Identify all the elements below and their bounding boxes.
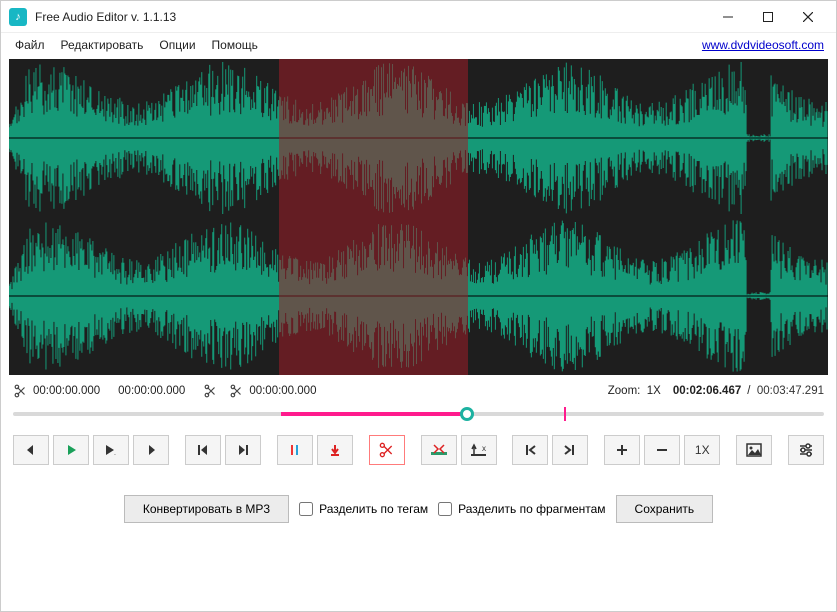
split-fragments-input[interactable] (438, 502, 452, 516)
window-title: Free Audio Editor v. 1.1.13 (35, 10, 176, 24)
menu-options[interactable]: Опции (151, 36, 203, 54)
waveform-display[interactable] (9, 59, 828, 375)
timecode-row: 00:00:00.000 00:00:00.000 00:00:00.000 Z… (1, 379, 836, 401)
selection-overlay (279, 59, 467, 375)
menu-edit[interactable]: Редактировать (53, 36, 152, 54)
step-forward-button[interactable] (133, 435, 169, 465)
svg-text:.: . (114, 450, 116, 457)
set-start-marker-button[interactable] (277, 435, 313, 465)
total-time: 00:03:47.291 (757, 385, 824, 397)
split-fragments-checkbox[interactable]: Разделить по фрагментам (438, 502, 605, 516)
sel-end-time[interactable]: 00:00:00.000 (118, 385, 185, 397)
toolbar: . x 1X (1, 433, 836, 473)
svg-text:x: x (482, 444, 486, 453)
trim-left-button[interactable] (421, 435, 457, 465)
close-button[interactable] (788, 3, 828, 31)
titlebar: ♪ Free Audio Editor v. 1.1.13 (1, 1, 836, 33)
play-selection-button[interactable]: . (93, 435, 129, 465)
split-time[interactable]: 00:00:00.000 (249, 385, 316, 397)
go-sel-start-button[interactable] (512, 435, 548, 465)
zoom-reset-label: 1X (695, 443, 710, 457)
split-fragments-label: Разделить по фрагментам (458, 502, 605, 516)
site-link[interactable]: www.dvdvideosoft.com (702, 38, 824, 52)
seek-selection (281, 412, 468, 416)
bottom-row: Конвертировать в MP3 Разделить по тегам … (1, 473, 836, 533)
skip-start-button[interactable] (185, 435, 221, 465)
minimize-button[interactable] (708, 3, 748, 31)
zoom-reset-button[interactable]: 1X (684, 435, 720, 465)
go-sel-end-button[interactable] (552, 435, 588, 465)
app-icon: ♪ (9, 8, 27, 26)
time-separator: / (747, 385, 750, 397)
scissors-icon (13, 383, 29, 399)
menubar: Файл Редактировать Опции Помощь www.dvdv… (1, 33, 836, 57)
menu-file[interactable]: Файл (7, 36, 53, 54)
menu-help[interactable]: Помощь (204, 36, 266, 54)
play-button[interactable] (53, 435, 89, 465)
split-tags-checkbox[interactable]: Разделить по тегам (299, 502, 428, 516)
seekbar[interactable] (13, 405, 824, 423)
convert-mp3-button[interactable]: Конвертировать в MP3 (124, 495, 289, 523)
split-tags-input[interactable] (299, 502, 313, 516)
image-button[interactable] (736, 435, 772, 465)
save-button[interactable]: Сохранить (616, 495, 714, 523)
zoom-in-button[interactable] (604, 435, 640, 465)
cut-button[interactable] (369, 435, 405, 465)
step-back-button[interactable] (13, 435, 49, 465)
scissors-icon (203, 383, 219, 399)
settings-button[interactable] (788, 435, 824, 465)
maximize-button[interactable] (748, 3, 788, 31)
seek-handle[interactable] (460, 407, 474, 421)
zoom-out-button[interactable] (644, 435, 680, 465)
scissors-icon (229, 383, 245, 399)
set-end-marker-button[interactable] (317, 435, 353, 465)
zoom-label: Zoom: (608, 385, 641, 397)
current-time: 00:02:06.467 (673, 385, 741, 397)
skip-end-button[interactable] (225, 435, 261, 465)
seek-marker (564, 407, 566, 421)
split-tags-label: Разделить по тегам (319, 502, 428, 516)
sel-start-time[interactable]: 00:00:00.000 (33, 385, 100, 397)
zoom-value: 1X (647, 385, 661, 397)
trim-right-button[interactable]: x (461, 435, 497, 465)
